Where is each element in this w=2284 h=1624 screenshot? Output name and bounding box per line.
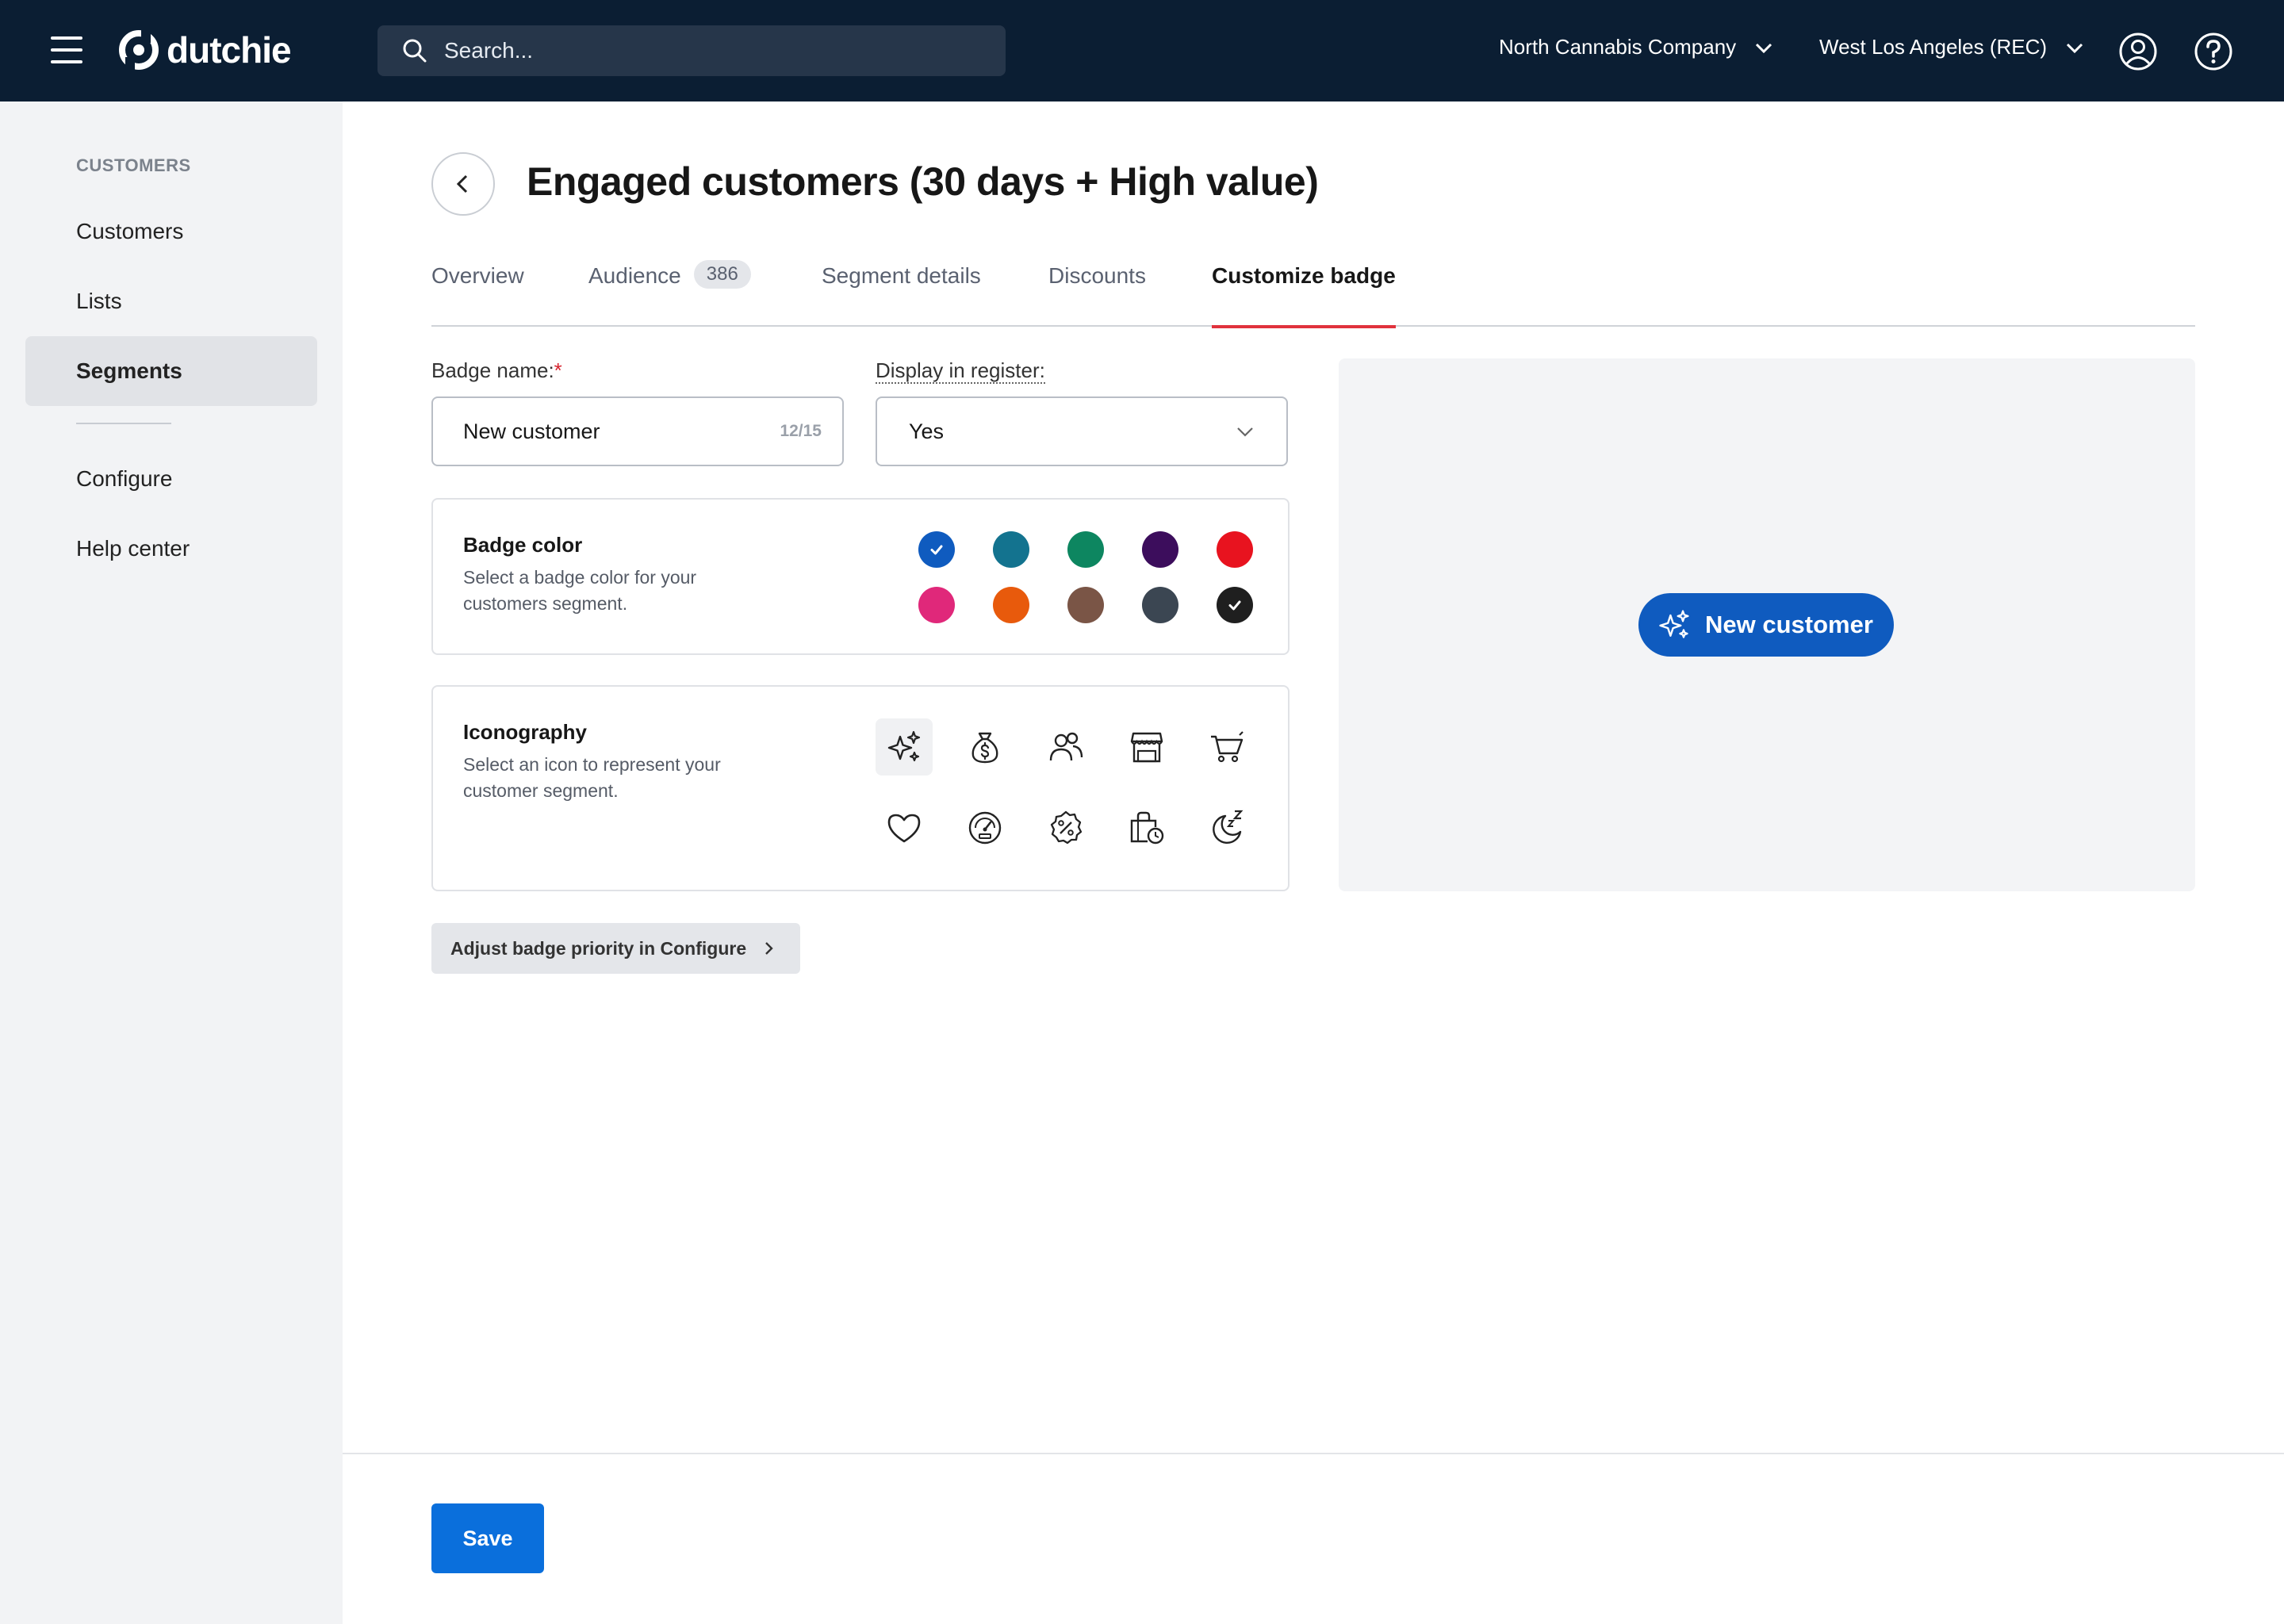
check-icon	[1228, 600, 1241, 611]
preview-badge: New customer	[1638, 593, 1894, 657]
icon-option-users[interactable]	[1037, 718, 1094, 776]
chevron-down-icon	[2067, 43, 2083, 53]
back-button[interactable]	[431, 152, 495, 216]
page-title: Engaged customers (30 days + High value)	[527, 159, 1319, 204]
user-account-icon[interactable]	[2118, 32, 2158, 71]
badge-name-label-text: Badge name:	[431, 358, 554, 382]
search-bar[interactable]	[377, 25, 1006, 76]
search-icon	[403, 39, 427, 63]
color-swatch[interactable]	[1142, 531, 1178, 568]
display-value: Yes	[909, 419, 945, 443]
sidebar: CUSTOMERS Customers Lists Segments Confi…	[0, 102, 343, 1624]
tab-label: Discounts	[1048, 263, 1146, 288]
display-label-text: Display in register:	[876, 358, 1045, 384]
sparkles-icon	[1659, 610, 1689, 638]
color-swatch[interactable]	[918, 531, 955, 568]
icon-option-sleep-moon[interactable]	[1199, 799, 1256, 856]
char-counter: 12/15	[780, 422, 822, 440]
shopping-bag-clock-icon	[1130, 811, 1164, 845]
money-bag-icon	[971, 732, 998, 764]
icon-option-sparkles[interactable]	[876, 718, 933, 776]
tab-bar: Overview Audience 386 Segment details Dis…	[431, 260, 2195, 328]
color-swatch[interactable]	[1142, 587, 1178, 623]
top-bar: dutchie North Cannabis Company West Los …	[0, 0, 2284, 102]
color-swatch[interactable]	[918, 587, 955, 623]
tab-label: Overview	[431, 263, 524, 288]
color-swatch[interactable]	[993, 531, 1029, 568]
badge-color-card: Badge color Select a badge color for you…	[431, 498, 1290, 655]
sidebar-section-title: CUSTOMERS	[76, 155, 191, 175]
badge-color-description: Select a badge color for your customers …	[463, 567, 697, 614]
location-name: West Los Angeles (REC)	[1819, 35, 2048, 59]
sleep-moon-icon	[1213, 810, 1244, 845]
speedometer-icon	[968, 811, 1002, 845]
badge-preview-panel: New customer	[1339, 358, 2195, 891]
sidebar-divider	[76, 423, 171, 424]
color-swatch[interactable]	[1217, 531, 1253, 568]
preview-badge-label: New customer	[1705, 611, 1873, 638]
discount-badge-icon	[1050, 810, 1083, 845]
sidebar-item-configure[interactable]: Configure	[25, 444, 317, 514]
icon-option-discount-badge[interactable]	[1037, 799, 1094, 856]
chevron-left-icon	[456, 174, 468, 193]
brand-name: dutchie	[167, 29, 292, 71]
sparkles-icon	[887, 730, 921, 762]
tab-label: Customize badge	[1212, 263, 1396, 288]
tab-label: Audience	[588, 263, 681, 288]
badge-name-label: Badge name:*	[431, 358, 562, 383]
color-swatch[interactable]	[1067, 531, 1104, 568]
check-icon	[930, 545, 943, 555]
adjust-priority-label: Adjust badge priority in Configure	[450, 937, 747, 959]
chevron-right-icon	[765, 942, 773, 955]
tab-overview[interactable]: Overview	[431, 260, 524, 327]
footer-divider	[343, 1453, 2284, 1454]
users-icon	[1049, 732, 1083, 761]
display-in-register-label: Display in register:	[876, 358, 1045, 384]
audience-count-badge: 386	[693, 260, 751, 289]
badge-name-input[interactable]	[463, 419, 780, 444]
chevron-down-icon	[1756, 43, 1772, 53]
tab-label: Segment details	[822, 263, 981, 288]
display-in-register-select[interactable]: Yes	[876, 396, 1288, 466]
location-selector[interactable]: West Los Angeles (REC)	[1819, 35, 2085, 59]
required-mark: *	[554, 358, 562, 382]
badge-color-title: Badge color	[463, 533, 583, 557]
iconography-description: Select an icon to represent your custome…	[463, 754, 721, 801]
color-swatch[interactable]	[993, 587, 1029, 623]
icon-option-heart[interactable]	[876, 799, 933, 856]
iconography-title: Iconography	[463, 720, 588, 744]
heart-icon	[887, 814, 921, 843]
icon-option-speedometer[interactable]	[956, 799, 1014, 856]
icon-option-shopping-bag-clock[interactable]	[1118, 799, 1175, 856]
icon-option-money-bag[interactable]	[956, 718, 1014, 776]
storefront-icon	[1130, 732, 1163, 763]
icon-option-cart[interactable]	[1199, 718, 1256, 776]
cart-icon	[1211, 731, 1244, 763]
tab-discounts[interactable]: Discounts	[1048, 260, 1146, 327]
sidebar-item-help-center[interactable]: Help center	[25, 514, 317, 584]
logo[interactable]: dutchie	[119, 29, 292, 71]
sidebar-item-customers[interactable]: Customers	[25, 197, 317, 266]
help-icon[interactable]	[2194, 32, 2233, 71]
company-name: North Cannabis Company	[1499, 35, 1737, 59]
menu-icon[interactable]	[51, 36, 82, 63]
iconography-card: Iconography Select an icon to represent …	[431, 685, 1290, 891]
company-selector[interactable]: North Cannabis Company	[1499, 35, 1774, 59]
sidebar-item-lists[interactable]: Lists	[25, 266, 317, 336]
tab-customize-badge[interactable]: Customize badge	[1212, 260, 1396, 328]
sidebar-item-segments[interactable]: Segments	[25, 336, 317, 406]
chevron-down-icon	[1237, 427, 1253, 437]
search-input[interactable]	[444, 38, 920, 63]
badge-name-field[interactable]: 12/15	[431, 396, 844, 466]
tab-segment-details[interactable]: Segment details	[822, 260, 981, 327]
dutchie-logo-icon	[119, 30, 159, 70]
icon-option-storefront[interactable]	[1118, 718, 1175, 776]
tab-audience[interactable]: Audience 386	[588, 260, 751, 327]
adjust-badge-priority-button[interactable]: Adjust badge priority in Configure	[431, 923, 801, 974]
save-button[interactable]: Save	[431, 1503, 544, 1573]
color-swatch[interactable]	[1067, 587, 1104, 623]
color-swatch[interactable]	[1217, 587, 1253, 623]
